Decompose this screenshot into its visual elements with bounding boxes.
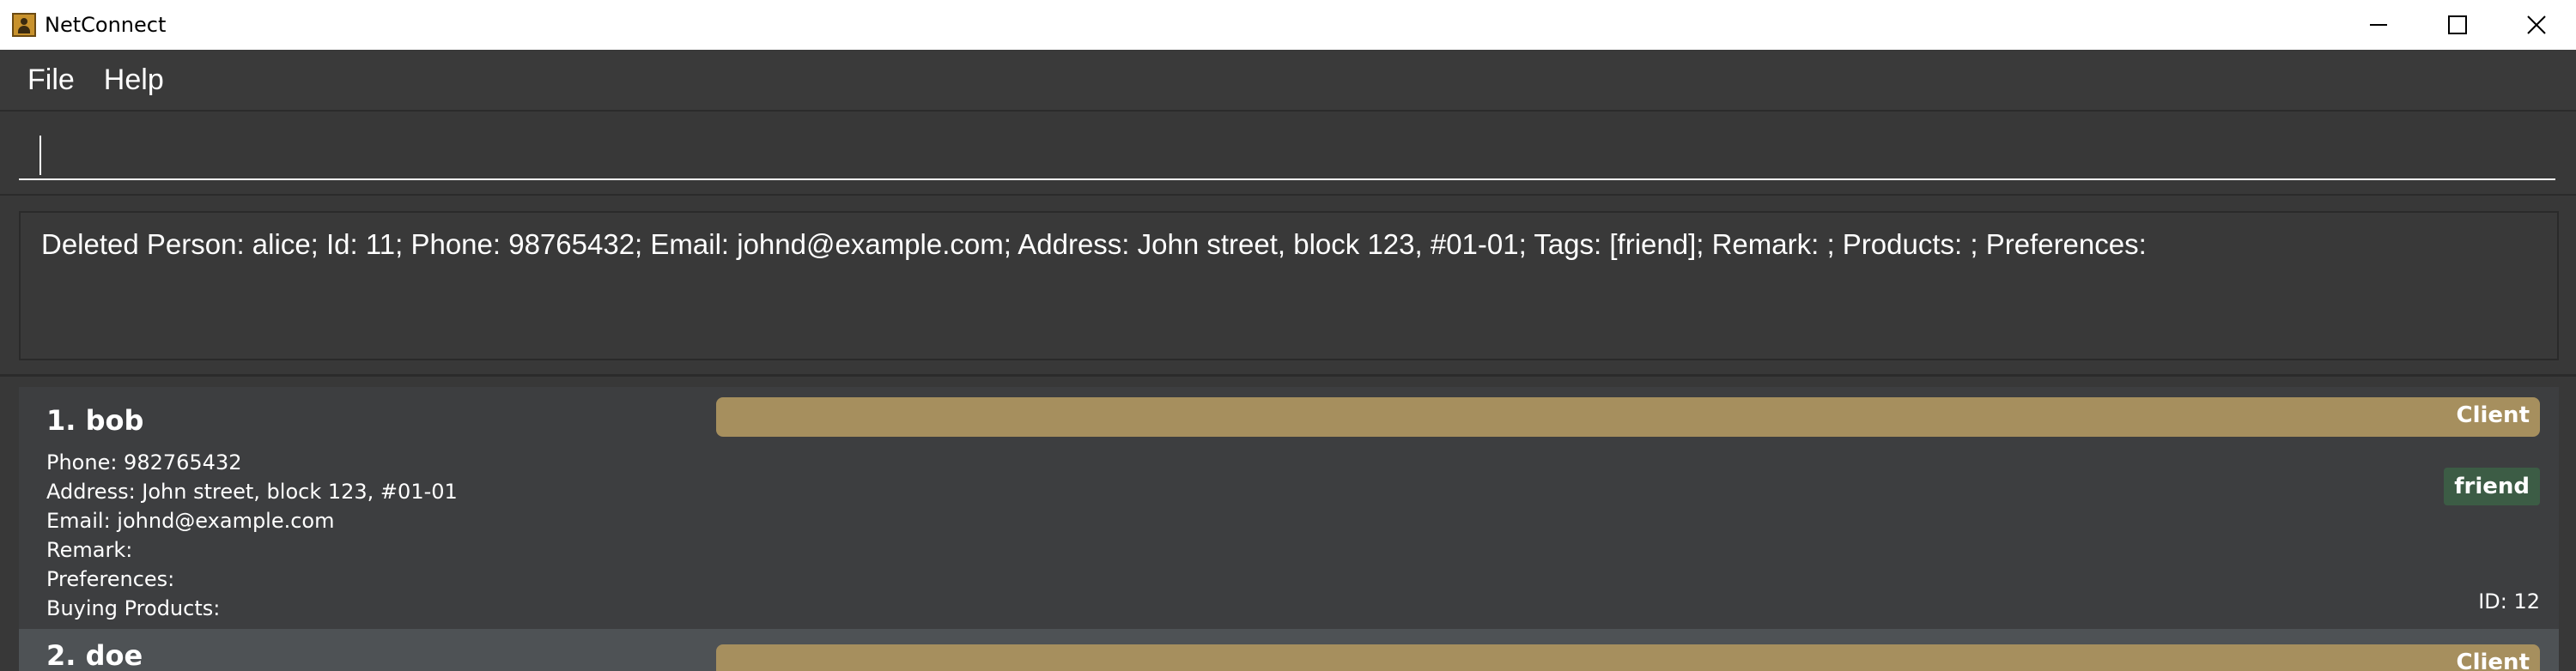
person-address: Address: John street, block 123, #01-01 [46,480,458,504]
result-display-area: Deleted Person: alice; Id: 11; Phone: 98… [0,194,2576,374]
close-icon [2527,15,2546,34]
menu-help[interactable]: Help [104,63,164,97]
title-bar: NetConnect [0,0,2576,50]
person-name: 2. doe [46,639,143,671]
text-caret [39,136,41,175]
person-email: Email: johnd@example.com [46,509,335,533]
person-preferences: Preferences: [46,567,175,591]
window-controls [2339,0,2576,50]
menu-file[interactable]: File [27,63,75,97]
person-list[interactable]: 1. bob Client Phone: 982765432 Address: … [0,374,2576,671]
command-input[interactable] [19,129,2555,180]
close-button[interactable] [2497,0,2576,50]
maximize-button[interactable] [2418,0,2497,50]
role-label: Client [2456,650,2530,671]
person-products: Buying Products: [46,596,221,620]
app-window: NetConnect File Help Deleted Person: ali… [0,0,2576,671]
window-title: NetConnect [45,13,167,37]
role-bar: Client [716,644,2540,671]
minimize-button[interactable] [2339,0,2418,50]
tag-chip: friend [2444,468,2540,505]
app-logo-icon [12,13,36,37]
person-name: 1. bob [46,404,144,437]
role-label: Client [2456,402,2530,428]
minimize-icon [2370,24,2387,26]
command-box-area [0,110,2576,194]
person-card[interactable]: 1. bob Client Phone: 982765432 Address: … [19,387,2559,629]
person-remark: Remark: [46,538,133,562]
result-display: Deleted Person: alice; Id: 11; Phone: 98… [19,211,2559,360]
maximize-icon [2448,15,2467,34]
person-card-selected[interactable]: 2. doe Client [19,629,2559,671]
person-id: ID: 12 [2478,589,2540,614]
menu-bar: File Help [0,50,2576,110]
role-bar: Client [716,397,2540,437]
person-phone: Phone: 982765432 [46,450,242,475]
